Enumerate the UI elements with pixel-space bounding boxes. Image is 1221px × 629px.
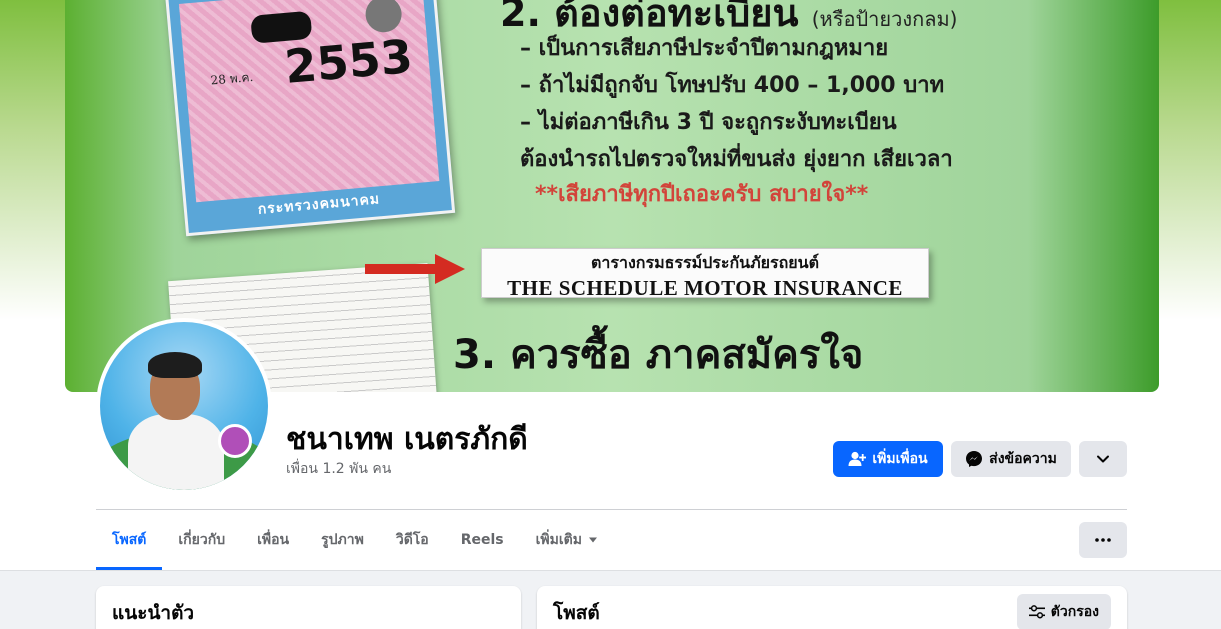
profile-options-button[interactable] (1079, 441, 1127, 477)
tab-about[interactable]: เกี่ยวกับ (162, 510, 241, 570)
avatar-frame-badge-icon (218, 424, 252, 458)
more-options-button[interactable] (1079, 522, 1127, 558)
message-button[interactable]: ส่งข้อความ (951, 441, 1071, 477)
tab-photos[interactable]: รูปภาพ (305, 510, 380, 570)
cover-big-text: 3. ควรซื้อ ภาคสมัครใจ (453, 332, 864, 378)
intro-title: แนะนำตัว (112, 602, 195, 624)
avatar-photo (100, 322, 268, 490)
tax-disc-date: 28 พ.ค. (210, 69, 254, 88)
red-arrow-icon (365, 254, 465, 284)
tab-label: โพสต์ (112, 532, 147, 548)
cover-list-item: – ไม่ต่อภาษีเกิน 3 ปี จะถูกระงับทะเบียน (520, 110, 897, 135)
tax-disc-image: 28 พ.ค. 2553 กระทรวงคมนาคม (164, 0, 456, 237)
tab-label: รูปภาพ (321, 532, 364, 548)
filter-button[interactable]: ตัวกรอง (1016, 594, 1111, 629)
add-friend-label: เพิ่มเพื่อน (872, 451, 928, 467)
tab-label: Reels (460, 532, 504, 548)
cover-list-item: – ถ้าไม่มีถูกจับ โทษปรับ 400 – 1,000 บาท (520, 73, 945, 98)
intro-card: แนะนำตัว (96, 586, 521, 629)
chevron-down-icon (1097, 455, 1109, 463)
cover-list: – เป็นการเสียภาษีประจำปีตามกฎหมาย – ถ้าไ… (520, 30, 953, 178)
filter-label: ตัวกรอง (1050, 604, 1099, 620)
tab-label: เพื่อน (257, 532, 290, 548)
add-friend-icon (848, 451, 867, 466)
tax-disc-year: 2553 (282, 29, 415, 94)
tab-label: เพิ่มเติม (535, 532, 582, 548)
tab-videos[interactable]: วิดีโอ (380, 510, 445, 570)
insurance-label-en: THE SCHEDULE MOTOR INSURANCE (507, 276, 903, 300)
posts-title: โพสต์ (553, 602, 600, 624)
insurance-label-thai: ตารางกรมธรรม์ประกันภัยรถยนต์ (591, 253, 819, 272)
tab-more[interactable]: เพิ่มเติม (520, 510, 614, 570)
cover-list-item: ต้องนำรถไปตรวจใหม่ที่ขนส่ง ยุ่งยาก เสียเ… (520, 147, 953, 172)
messenger-icon (966, 451, 983, 467)
insurance-label: ตารางกรมธรรม์ประกันภัยรถยนต์ THE SCHEDUL… (481, 248, 929, 300)
tab-posts[interactable]: โพสต์ (96, 510, 163, 570)
add-friend-button[interactable]: เพิ่มเพื่อน (833, 441, 943, 477)
posts-card: โพสต์ ตัวกรอง (537, 586, 1127, 629)
more-dots-icon (1095, 538, 1111, 542)
profile-avatar[interactable] (96, 318, 272, 494)
friend-count[interactable]: เพื่อน 1.2 พัน คน (286, 458, 391, 480)
profile-tabs: โพสต์ เกี่ยวกับ เพื่อน รูปภาพ วิดีโอ Ree… (96, 510, 614, 570)
tab-friends[interactable]: เพื่อน (241, 510, 305, 570)
cover-heading-sub: (หรือป้ายวงกลม) (811, 7, 958, 31)
dropdown-caret-icon (588, 537, 597, 543)
tab-label: เกี่ยวกับ (178, 532, 226, 548)
message-label: ส่งข้อความ (989, 451, 1057, 467)
cover-list-item: – เป็นการเสียภาษีประจำปีตามกฎหมาย (520, 36, 889, 61)
profile-name: ชนาเทพ เนตรภักดี (286, 422, 528, 457)
cover-note: **เสียภาษีทุกปีเถอะครับ สบายใจ** (535, 182, 869, 207)
tab-label: วิดีโอ (395, 532, 429, 548)
filter-icon (1028, 605, 1045, 619)
tab-reels[interactable]: Reels (445, 510, 520, 570)
